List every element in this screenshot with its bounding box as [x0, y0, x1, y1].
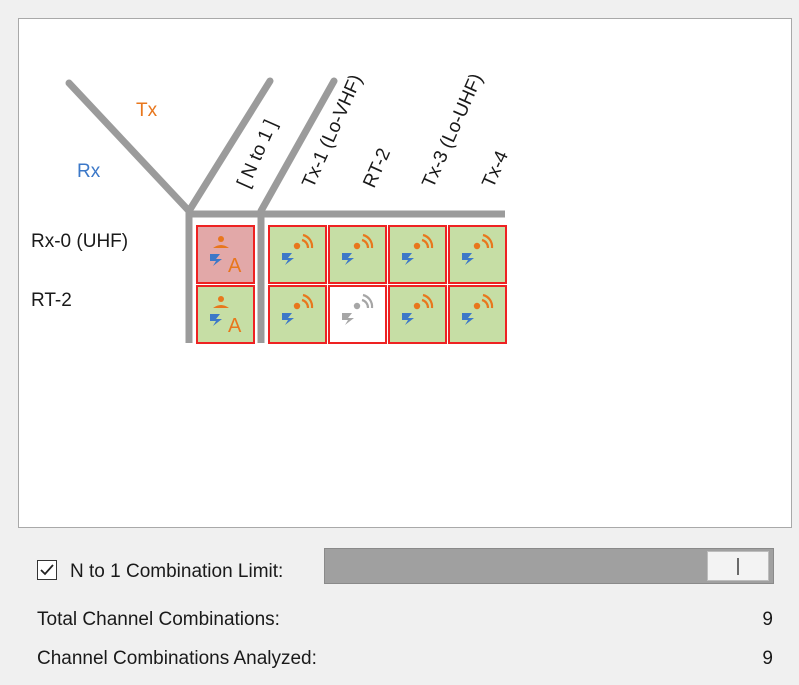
- n-to-1-limit-label[interactable]: N to 1 Combination Limit:: [70, 561, 283, 583]
- matrix-cell-r0-c3[interactable]: [448, 225, 507, 284]
- analyzed-combinations-value: 9: [762, 648, 773, 669]
- tx-axis-label: Tx: [136, 100, 158, 121]
- tx-icon: [413, 302, 421, 310]
- n-to-1-limit-checkbox[interactable]: [37, 560, 57, 580]
- matrix-cell-r1-c0[interactable]: [268, 285, 327, 344]
- tx-icon: [218, 296, 224, 302]
- tx-icon: [218, 236, 224, 242]
- matrix-cell-r1-c3[interactable]: [448, 285, 507, 344]
- tx-icon: [473, 302, 481, 310]
- row-header-rx-0: Rx-0 (UHF): [31, 231, 129, 252]
- tx-rx-divider-line: [65, 79, 193, 215]
- n-to-1-glyph: A: [228, 255, 242, 277]
- tx-icon: [413, 242, 421, 250]
- matrix-cell-r1-c2[interactable]: [388, 285, 447, 344]
- total-combinations-value: 9: [762, 609, 773, 630]
- n-to-1-glyph: A: [228, 315, 242, 337]
- matrix-cell-r1-c1[interactable]: [328, 285, 387, 344]
- n-to-1-cell-r1[interactable]: A: [196, 285, 255, 344]
- interference-matrix: Tx Rx [ N to 1 ] Tx-1 (Lo-VHF) RT-2 Tx-3…: [65, 71, 513, 344]
- row-header-rt-2: RT-2: [31, 290, 72, 311]
- tx-icon: [293, 302, 301, 310]
- tx-icon: [293, 242, 301, 250]
- column-header-tx-3: Tx-3 (Lo-UHF): [418, 71, 487, 191]
- checkmark-icon: [40, 564, 54, 576]
- matrix-cells: AA: [196, 225, 507, 344]
- matrix-cell-r0-c1[interactable]: [328, 225, 387, 284]
- analyzed-combinations-label: Channel Combinations Analyzed:: [37, 648, 317, 669]
- rx-axis-label: Rx: [77, 161, 101, 182]
- tx-icon: [353, 302, 361, 310]
- column-header-rt-2: RT-2: [359, 145, 395, 191]
- total-combinations-label: Total Channel Combinations:: [37, 609, 280, 630]
- column-header-tx-4: Tx-4: [478, 147, 513, 191]
- slider-grip: [737, 558, 739, 575]
- tx-icon: [473, 242, 481, 250]
- interference-matrix-panel: Tx Rx [ N to 1 ] Tx-1 (Lo-VHF) RT-2 Tx-3…: [18, 18, 792, 528]
- matrix-cell-r0-c0[interactable]: [268, 225, 327, 284]
- matrix-cell-r0-c2[interactable]: [388, 225, 447, 284]
- n-to-1-cell-r0[interactable]: A: [196, 225, 255, 284]
- n-to-1-limit-slider-thumb[interactable]: [707, 551, 769, 581]
- tx-icon: [353, 242, 361, 250]
